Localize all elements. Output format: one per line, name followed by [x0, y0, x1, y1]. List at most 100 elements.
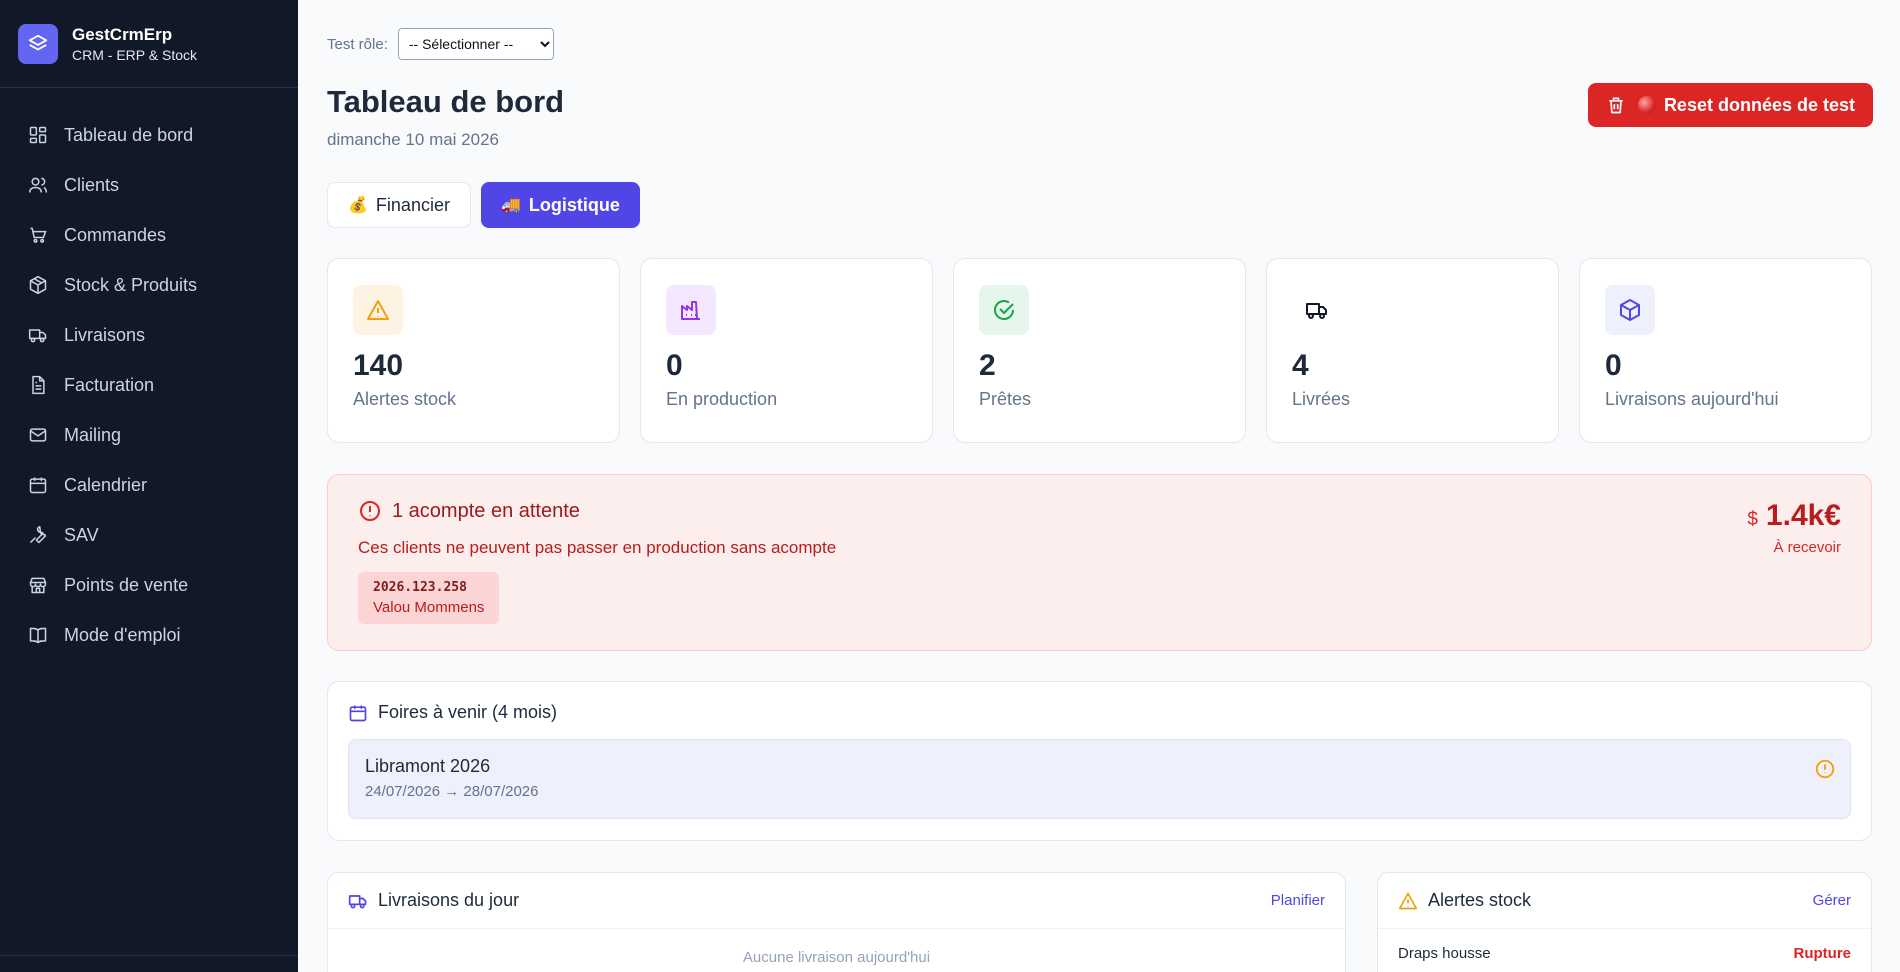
factory-icon: [666, 285, 716, 335]
amount-to-receive: $ 1.4k€ À recevoir: [1747, 499, 1841, 556]
truck-icon: [28, 329, 47, 343]
sidebar-item-label: Tableau de bord: [64, 124, 194, 145]
sidebar-item-label: Mode d'emploi: [64, 624, 181, 645]
invoice-icon: [32, 375, 45, 395]
package-icon: [1605, 285, 1655, 335]
check-circle-icon: [979, 285, 1029, 335]
alert-circle-icon: [360, 501, 380, 521]
brand-name: GestCrmErp: [72, 24, 173, 44]
box-icon: [29, 275, 47, 295]
stat-card-ready[interactable]: 2 Prêtes: [953, 258, 1246, 443]
fair-name: Libramont 2026: [365, 756, 491, 776]
store-icon: [29, 577, 47, 594]
panel-title: Livraisons du jour: [378, 890, 520, 910]
stat-label: Prêtes: [979, 389, 1032, 409]
tab-logistique[interactable]: 🚚 Logistique: [480, 182, 640, 228]
stat-card-in-production[interactable]: 0 En production: [640, 258, 933, 443]
fair-dates: 24/07/2026 → 28/07/2026: [365, 783, 539, 800]
stat-label: Livrées: [1292, 389, 1351, 409]
list-item[interactable]: Draps housse Rupture: [1378, 929, 1871, 972]
deposit-alert: 1 acompte en attente Ces clients ne peuv…: [327, 474, 1872, 651]
role-select[interactable]: -- Sélectionner --: [397, 28, 554, 60]
sidebar-item-sav[interactable]: SAV: [0, 510, 298, 560]
stat-label: Livraisons aujourd'hui: [1605, 389, 1779, 409]
stat-value: 4: [1292, 349, 1309, 382]
sidebar-item-dashboard[interactable]: Tableau de bord: [0, 110, 298, 160]
warning-icon: [353, 285, 403, 335]
page-date: dimanche 10 mai 2026: [327, 130, 500, 149]
section-title: Foires à venir (4 mois): [378, 702, 558, 722]
dashboard-icon: [29, 126, 47, 144]
sidebar-item-label: Facturation: [64, 374, 155, 395]
truck-icon: [1292, 285, 1342, 335]
stats-row: 140 Alertes stock 0 En production 2 Prêt…: [327, 258, 1872, 443]
manage-link[interactable]: Gérer: [1813, 892, 1851, 909]
reset-button-label: Reset données de test: [1663, 94, 1855, 115]
sidebar-item-user-guide[interactable]: Mode d'emploi: [0, 610, 298, 660]
money-bag-icon: 💰: [348, 197, 368, 214]
dashboard-tabs: 💰 Financier 🚚 Logistique: [327, 182, 650, 228]
sidebar-item-deliveries[interactable]: Livraisons: [0, 310, 298, 360]
empty-state: Aucune livraison aujourd'hui: [742, 949, 931, 966]
sidebar-footer: [0, 955, 298, 972]
deliveries-today-panel: Livraisons du jour Planifier Aucune livr…: [327, 872, 1346, 972]
sidebar-item-label: Calendrier: [64, 474, 148, 495]
sidebar-item-label: Livraisons: [64, 324, 146, 345]
stat-card-stock-alerts[interactable]: 140 Alertes stock: [327, 258, 620, 443]
stat-value: 2: [979, 349, 996, 382]
truck-icon: [348, 894, 367, 908]
role-switcher: Test rôle: -- Sélectionner --: [327, 28, 554, 60]
stock-status: Rupture: [1793, 945, 1852, 962]
sidebar-item-stock[interactable]: Stock & Produits: [0, 260, 298, 310]
amount-value: 1.4k€: [1765, 499, 1841, 532]
sidebar-item-label: Points de vente: [64, 574, 189, 595]
layers-icon: [18, 23, 58, 64]
sidebar: GestCrmErp CRM - ERP & Stock Tableau de …: [0, 0, 298, 972]
fair-item[interactable]: Libramont 2026 24/07/2026 → 28/07/2026: [348, 739, 1851, 819]
sidebar-item-label: Clients: [64, 174, 120, 195]
role-label: Test rôle:: [327, 35, 388, 53]
tab-label: Logistique: [528, 194, 620, 215]
delivery-truck-icon: 🚚: [500, 197, 521, 214]
sidebar-item-clients[interactable]: Clients: [0, 160, 298, 210]
stat-card-delivered[interactable]: 4 Livrées: [1266, 258, 1559, 443]
cart-icon: [30, 227, 47, 243]
tab-financier[interactable]: 💰 Financier: [327, 182, 471, 228]
alert-circle-icon: [1815, 759, 1835, 779]
sidebar-item-label: Mailing: [64, 424, 122, 445]
stock-alerts-panel: Alertes stock Gérer Draps housse Rupture: [1377, 872, 1872, 972]
stat-value: 0: [1605, 349, 1622, 382]
plan-link[interactable]: Planifier: [1271, 892, 1325, 909]
sidebar-nav: Tableau de bord Clients Commandes Stock …: [0, 88, 298, 660]
dollar-icon: $: [1747, 509, 1758, 530]
sidebar-item-label: Stock & Produits: [64, 274, 198, 295]
brand-subtitle: CRM - ERP & Stock: [72, 46, 197, 63]
sidebar-item-calendar[interactable]: Calendrier: [0, 460, 298, 510]
pending-deposit-chip[interactable]: 2026.123.258 Valou Mommens: [358, 572, 500, 624]
tab-label: Financier: [375, 194, 450, 215]
mail-icon: [29, 428, 47, 442]
upcoming-fairs: Foires à venir (4 mois) Libramont 2026 2…: [327, 681, 1872, 841]
users-icon: [28, 177, 48, 193]
calendar-icon: [349, 705, 367, 721]
stat-card-deliveries-today[interactable]: 0 Livraisons aujourd'hui: [1579, 258, 1872, 443]
reset-test-data-button[interactable]: Reset données de test: [1587, 83, 1873, 127]
wrench-icon: [29, 525, 47, 544]
stat-label: En production: [666, 389, 778, 409]
stat-value: 0: [666, 349, 683, 382]
main-content: Test rôle: -- Sélectionner -- Tableau de…: [298, 0, 1900, 972]
sidebar-item-points-of-sale[interactable]: Points de vente: [0, 560, 298, 610]
alert-text: Ces clients ne peuvent pas passer en pro…: [358, 538, 837, 557]
calendar-icon: [29, 477, 47, 494]
sidebar-item-billing[interactable]: Facturation: [0, 360, 298, 410]
brand[interactable]: GestCrmErp CRM - ERP & Stock: [0, 0, 298, 88]
page-title: Tableau de bord: [327, 84, 565, 119]
red-circle-icon: [1637, 96, 1656, 114]
warning-icon: [1398, 892, 1418, 909]
client-name: Valou Mommens: [373, 599, 485, 616]
amount-label: À recevoir: [1773, 539, 1841, 556]
sidebar-item-mailing[interactable]: Mailing: [0, 410, 298, 460]
sidebar-item-orders[interactable]: Commandes: [0, 210, 298, 260]
stat-value: 140: [353, 349, 404, 382]
order-code: 2026.123.258: [373, 580, 467, 595]
